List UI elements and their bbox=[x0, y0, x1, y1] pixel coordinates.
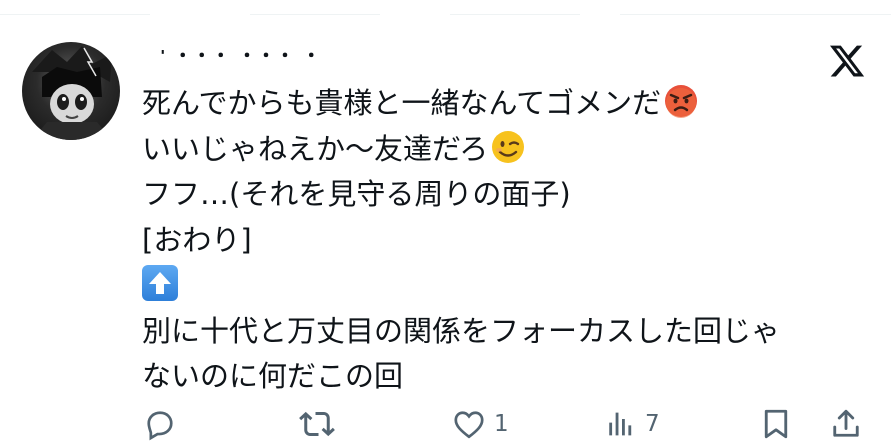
tweet-line: 別に十代と万丈目の関係をフォーカスした回じゃ bbox=[142, 313, 781, 348]
like-button[interactable]: 1 bbox=[450, 406, 509, 442]
action-bar: 1 7 bbox=[0, 402, 891, 447]
reply-icon bbox=[147, 411, 173, 441]
tweet-text: 死んでからも貴様と一緒なんてゴメンだ いいじゃねえか〜友達だろ フフ…(それを見… bbox=[142, 81, 862, 400]
views-icon bbox=[609, 412, 632, 436]
tweet-line: 死んでからも貴様と一緒なんてゴメンだ bbox=[142, 81, 862, 127]
share-button[interactable] bbox=[828, 406, 870, 442]
up-arrow-icon bbox=[142, 265, 178, 301]
heart-icon bbox=[454, 411, 484, 439]
retweet-icon bbox=[299, 411, 335, 437]
bookmark-button[interactable] bbox=[758, 406, 800, 442]
x-logo-icon bbox=[828, 42, 866, 80]
views-button[interactable]: 7 bbox=[605, 406, 660, 442]
tweet-line: [おわり] bbox=[142, 222, 252, 257]
tweet-line bbox=[142, 263, 862, 309]
bookmark-icon bbox=[764, 409, 788, 439]
retweet-button[interactable] bbox=[298, 406, 342, 442]
author-name[interactable]: ' ・・・ ・・・ ・ bbox=[160, 50, 640, 72]
winking-face-icon bbox=[490, 129, 526, 179]
share-icon bbox=[833, 409, 859, 437]
tweet-line: ないのに何だこの回 bbox=[142, 359, 404, 393]
avatar[interactable] bbox=[22, 42, 120, 140]
tweet-line: フフ…(それを見守る周りの面子) bbox=[142, 177, 571, 211]
angry-face-icon bbox=[663, 83, 699, 133]
reply-button[interactable] bbox=[142, 406, 184, 442]
tweet-line: いいじゃねえか〜友達だろ bbox=[142, 127, 862, 173]
